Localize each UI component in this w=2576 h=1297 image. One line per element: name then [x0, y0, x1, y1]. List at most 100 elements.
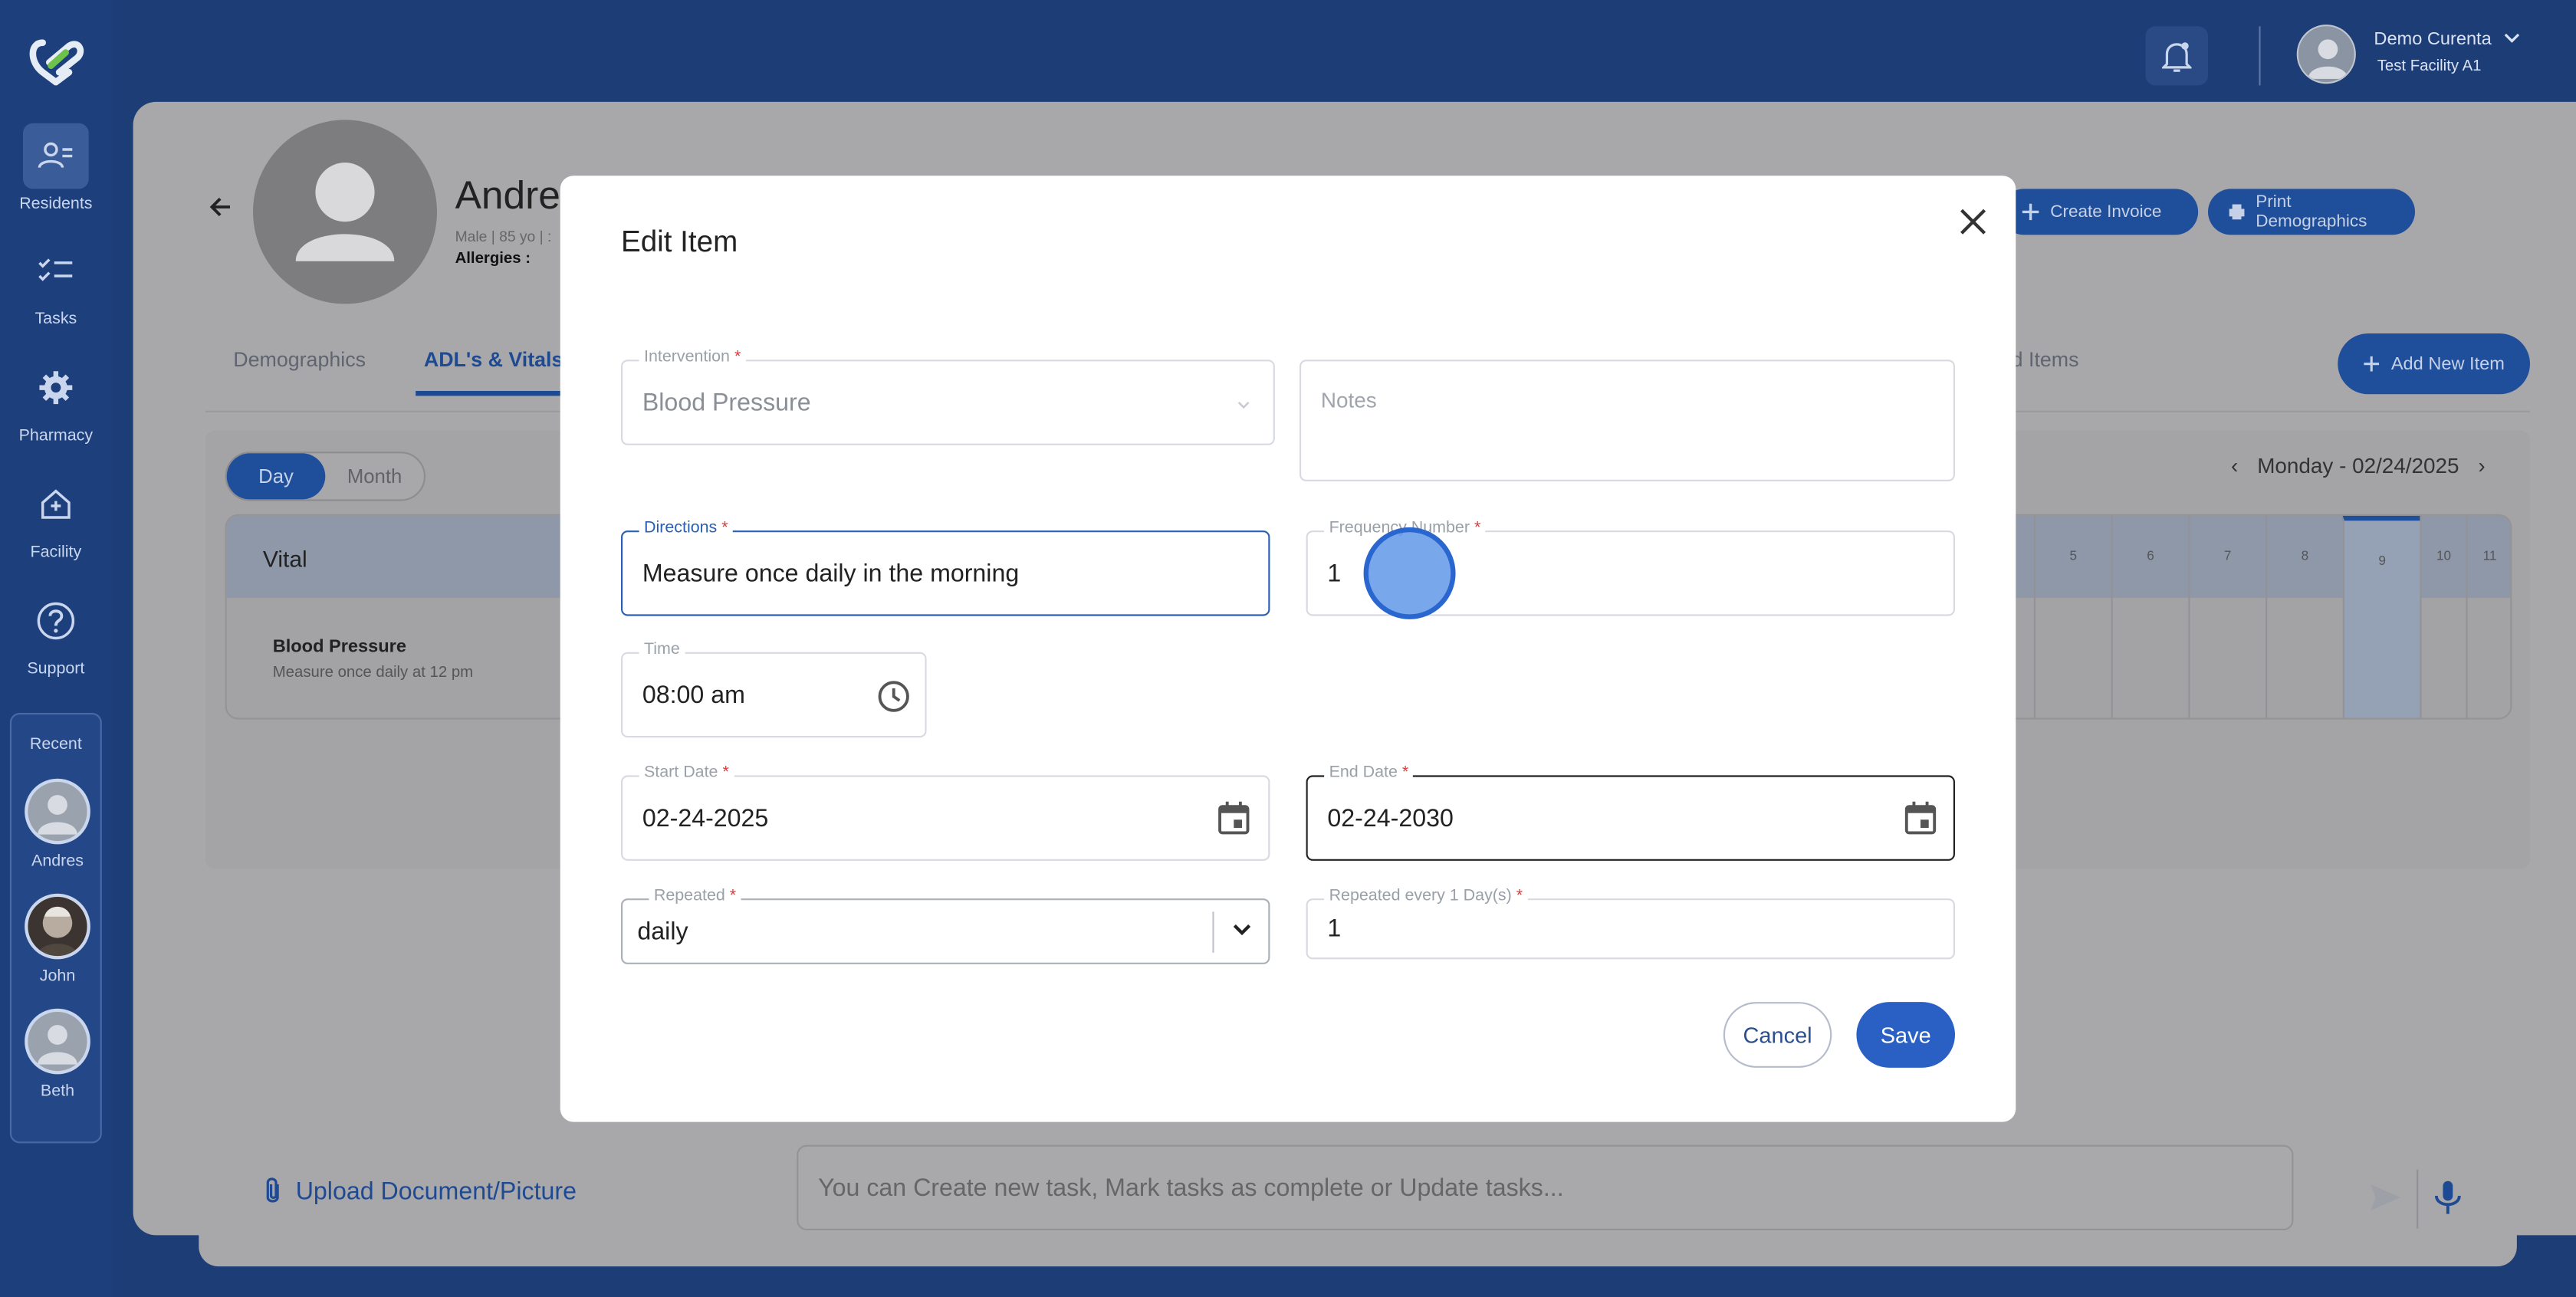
resident-allergies: Allergies :: [455, 249, 531, 268]
click-indicator: [1363, 527, 1456, 619]
upload-button[interactable]: Upload Document/Picture: [263, 1176, 577, 1206]
dialog-title: Edit Item: [621, 225, 738, 258]
recent-label: Recent: [29, 736, 82, 754]
repeated-label: Repeated *: [649, 887, 741, 905]
repeated-every-value: 1: [1327, 914, 1342, 943]
select-divider: [1212, 911, 1214, 953]
recent-name[interactable]: Andres: [12, 852, 104, 871]
sidebar-item-label: Support: [27, 660, 85, 678]
resident-meta: Male | 85 yo | :: [455, 228, 552, 245]
repeated-value: daily: [637, 918, 688, 947]
sidebar-item-label: Residents: [19, 195, 93, 214]
avatar[interactable]: [25, 893, 90, 960]
print-demographics-label: Print Demographics: [2256, 192, 2367, 232]
time-field[interactable]: Time 08:00 am: [621, 640, 927, 738]
toggle-day[interactable]: Day: [226, 453, 326, 500]
user-facility: Test Facility A1: [2377, 57, 2482, 76]
curenta-logo: [29, 39, 84, 86]
repeated-every-field[interactable]: Repeated every 1 Day(s) * 1: [1306, 887, 1955, 960]
sidebar-item-tasks[interactable]: Tasks: [0, 238, 112, 329]
repeated-every-label: Repeated every 1 Day(s) *: [1324, 887, 1528, 905]
help-icon: [23, 588, 89, 654]
printer-icon: [2229, 204, 2245, 220]
current-date: Monday - 02/24/2025: [2257, 453, 2459, 478]
paperclip-icon: [266, 1177, 279, 1203]
recent-name[interactable]: John: [12, 967, 104, 986]
sidebar-item-label: Tasks: [34, 310, 77, 329]
add-new-item-button[interactable]: Add New Item: [2338, 333, 2530, 395]
directions-field[interactable]: Directions * Measure once daily in the m…: [621, 519, 1270, 616]
notes-placeholder: Notes: [1320, 387, 1377, 412]
hour-column-current: 9: [2342, 515, 2420, 718]
end-date-field[interactable]: End Date * 02-24-2030: [1306, 763, 1955, 861]
hour-column: 6: [2111, 515, 2189, 718]
gear-icon: [23, 355, 89, 421]
cancel-button[interactable]: Cancel: [1723, 1002, 1832, 1068]
user-name-text: Demo Curenta: [2374, 29, 2492, 50]
user-name[interactable]: Demo Curenta: [2374, 29, 2519, 50]
microphone-icon[interactable]: [2433, 1180, 2463, 1216]
print-demographics-button[interactable]: Print Demographics: [2208, 189, 2415, 235]
sidebar-item-label: Pharmacy: [18, 427, 94, 445]
recent-name[interactable]: Beth: [12, 1082, 104, 1101]
upload-label: Upload Document/Picture: [295, 1177, 577, 1205]
intervention-value: Blood Pressure: [642, 389, 811, 418]
time-label: Time: [639, 640, 685, 659]
intervention-label: Intervention *: [639, 348, 746, 366]
toggle-month[interactable]: Month: [325, 453, 424, 499]
notifications-button[interactable]: [2145, 26, 2208, 86]
create-invoice-button[interactable]: Create Invoice: [2001, 189, 2199, 235]
residents-icon: [23, 123, 89, 189]
notes-field[interactable]: Notes: [1300, 360, 1955, 481]
calendar-icon[interactable]: [1217, 800, 1250, 836]
tab-demographics[interactable]: Demographics: [233, 348, 366, 371]
tab-adls-vitals[interactable]: ADL's & Vitals: [424, 348, 564, 371]
tasks-icon: [23, 238, 89, 304]
date-navigator: ‹ Monday - 02/24/2025 ›: [2231, 453, 2486, 478]
active-tab-indicator: [416, 390, 567, 396]
prev-day-button[interactable]: ‹: [2231, 453, 2238, 478]
intervention-select[interactable]: Intervention * Blood Pressure: [621, 348, 1275, 445]
plus-icon: [2364, 356, 2380, 372]
close-icon[interactable]: [1955, 204, 1991, 240]
hour-column: 11: [2466, 515, 2510, 718]
hour-column: 7: [2188, 515, 2266, 718]
sidebar-item-support[interactable]: Support: [0, 588, 112, 678]
view-toggle: Day Month: [225, 451, 426, 501]
chevron-down-icon: [1233, 924, 1251, 936]
directions-label: Directions *: [639, 519, 734, 537]
chat-input[interactable]: You can Create new task, Mark tasks as c…: [797, 1144, 2294, 1230]
arrow-left-icon: [209, 197, 230, 217]
calendar-icon[interactable]: [1904, 800, 1937, 836]
back-button[interactable]: [207, 194, 233, 228]
edit-item-dialog: Edit Item Intervention * Blood Pressure …: [560, 176, 2016, 1122]
row-title: Blood Pressure: [272, 637, 406, 658]
send-icon[interactable]: [2369, 1183, 2402, 1213]
repeated-select[interactable]: Repeated * daily: [621, 887, 1270, 964]
sidebar-item-pharmacy[interactable]: Pharmacy: [0, 355, 112, 445]
plus-icon: [2022, 203, 2039, 221]
sidebar-item-label: Facility: [30, 543, 82, 562]
sidebar-item-residents[interactable]: Residents: [0, 123, 112, 214]
sidebar: Residents Tasks Pharmacy Facility Suppor…: [0, 0, 112, 1297]
hour-column: 10: [2420, 515, 2466, 718]
save-button[interactable]: Save: [1856, 1002, 1955, 1068]
hour-column: 5: [2033, 515, 2111, 718]
row-subtitle: Measure once daily at 12 pm: [272, 663, 474, 682]
start-date-value: 02-24-2025: [642, 805, 769, 833]
frequency-value: 1: [1327, 560, 1342, 589]
header-divider: [2259, 26, 2261, 86]
avatar[interactable]: [25, 1008, 90, 1075]
start-date-label: Start Date *: [639, 763, 734, 782]
user-avatar[interactable]: [2296, 25, 2356, 84]
start-date-field[interactable]: Start Date * 02-24-2025: [621, 763, 1270, 861]
next-day-button[interactable]: ›: [2478, 453, 2485, 478]
clock-icon[interactable]: [876, 678, 912, 714]
chevron-down-icon: [1237, 402, 1250, 409]
recent-residents: Recent Andres John Beth: [9, 713, 104, 1144]
facility-icon: [23, 471, 89, 537]
bottom-divider: [2417, 1169, 2419, 1229]
sidebar-item-facility[interactable]: Facility: [0, 471, 112, 562]
resident-avatar: [253, 120, 437, 304]
avatar[interactable]: [25, 778, 90, 845]
